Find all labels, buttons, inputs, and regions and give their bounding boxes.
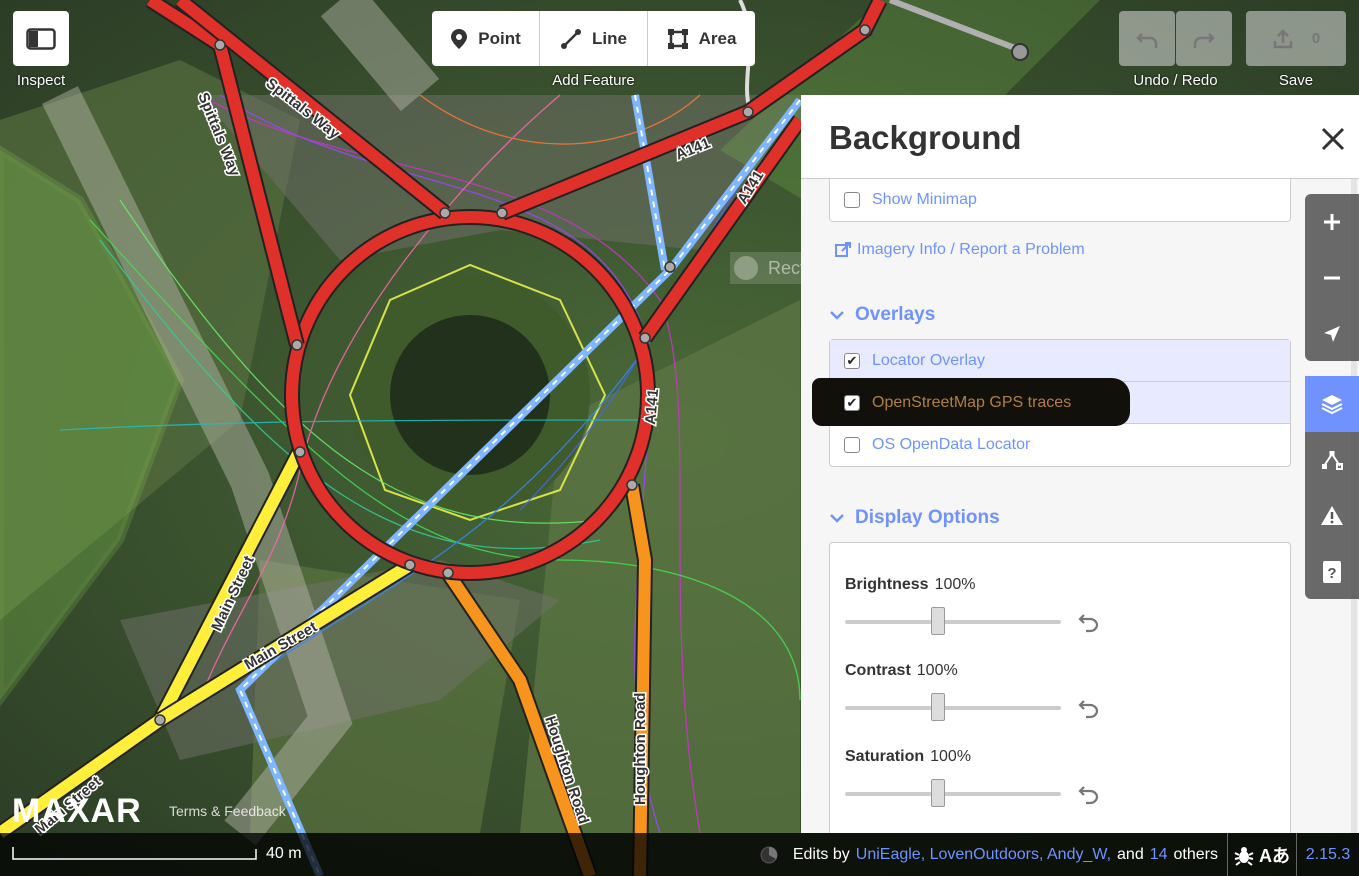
- contrast-slider[interactable]: [845, 706, 1061, 710]
- contrast-slider-thumb[interactable]: [931, 693, 945, 721]
- close-icon[interactable]: [1317, 123, 1349, 155]
- terms-feedback-link[interactable]: Terms & Feedback: [169, 803, 286, 819]
- location-arrow-icon: [1324, 326, 1340, 342]
- zoom-controls: [1305, 194, 1359, 361]
- maxar-logo: MAXAR: [12, 792, 142, 830]
- issues-pane-button[interactable]: [1305, 488, 1359, 544]
- area-icon: [667, 28, 688, 49]
- overlay-item-locator[interactable]: ✔ Locator Overlay: [830, 340, 1290, 382]
- road-label: A141: [642, 388, 662, 425]
- add-area-button[interactable]: Area: [648, 11, 755, 66]
- sidebar-toggle-icon: [26, 27, 56, 50]
- panel-title: Background: [829, 119, 1022, 156]
- reset-saturation-icon[interactable]: [1078, 783, 1100, 805]
- overlay-checkbox[interactable]: [844, 437, 860, 453]
- add-feature-label: Add Feature: [552, 72, 635, 89]
- undo-redo-label: Undo / Redo: [1133, 72, 1218, 89]
- point-icon: [451, 28, 468, 49]
- chevron-down-icon: [830, 514, 844, 523]
- warning-icon: [1321, 506, 1343, 525]
- saturation-slider-thumb[interactable]: [931, 779, 945, 807]
- saturation-slider[interactable]: [845, 792, 1061, 796]
- road-label: Houghton Road: [632, 693, 649, 805]
- redo-button[interactable]: [1176, 11, 1232, 66]
- line-label: Line: [592, 28, 627, 48]
- add-point-button[interactable]: Point: [432, 11, 540, 66]
- brightness-label: Brightness 100%: [845, 576, 976, 593]
- inspect-label: Inspect: [16, 72, 66, 89]
- contributor-links[interactable]: UniEagle, LovenOutdoors, Andy_W,: [856, 846, 1111, 864]
- contributors-info: Edits by UniEagle, LovenOutdoors, Andy_W…: [759, 833, 1218, 876]
- panel-header: Background: [801, 95, 1359, 179]
- add-line-button[interactable]: Line: [540, 11, 648, 66]
- bug-icon[interactable]: [1233, 844, 1255, 866]
- display-options-section-toggle[interactable]: Display Options: [829, 507, 1000, 529]
- help-icon: ?: [1323, 561, 1341, 583]
- version-label[interactable]: 2.15.3: [1296, 833, 1359, 876]
- map-data-pane-button[interactable]: [1305, 432, 1359, 488]
- overlay-checkbox[interactable]: ✔: [844, 352, 860, 369]
- pane-controls: ?: [1305, 376, 1359, 599]
- zoom-in-button[interactable]: [1305, 194, 1359, 250]
- others-count-link[interactable]: 14: [1150, 846, 1168, 864]
- area-label: Area: [698, 28, 737, 48]
- scale-label: 40 m: [266, 845, 302, 862]
- line-icon: [561, 28, 582, 49]
- minus-icon: [1324, 276, 1340, 280]
- footer-tools[interactable]: Aあ: [1227, 833, 1295, 876]
- map-data-icon: [1322, 451, 1343, 470]
- loading-spinner-icon: [760, 846, 778, 863]
- layers-icon: [1321, 395, 1343, 415]
- upload-icon: [1273, 28, 1293, 48]
- overlay-checkbox[interactable]: ✔: [844, 394, 860, 411]
- redo-icon: [1193, 32, 1215, 48]
- reset-brightness-icon[interactable]: [1078, 611, 1100, 633]
- minimap-label: Show Minimap: [872, 191, 977, 208]
- panel-body[interactable]: Show Minimap Imagery Info / Report a Pro…: [801, 179, 1301, 833]
- minimap-checkbox[interactable]: [844, 192, 860, 208]
- help-pane-button[interactable]: ?: [1305, 544, 1359, 600]
- language-icon[interactable]: Aあ: [1259, 842, 1290, 868]
- inspect-button[interactable]: [13, 11, 69, 66]
- reset-contrast-icon[interactable]: [1078, 697, 1100, 719]
- svg-text:?: ?: [1327, 565, 1336, 582]
- overlays-list: ✔ Locator Overlay ✔ OpenStreetMap GPS tr…: [812, 339, 1291, 467]
- overlays-section-toggle[interactable]: Overlays: [829, 304, 935, 326]
- footer-bar: 40 m Edits by UniEagle, LovenOutdoors, A…: [0, 833, 1359, 876]
- overlay-item-os-opendata[interactable]: OS OpenData Locator: [830, 424, 1290, 466]
- imagery-info-link[interactable]: Imagery Info / Report a Problem: [835, 241, 1085, 259]
- background-pane-button[interactable]: [1305, 376, 1359, 432]
- scale-bar[interactable]: [12, 847, 262, 863]
- brightness-slider-thumb[interactable]: [931, 607, 945, 635]
- save-button[interactable]: 0: [1246, 11, 1346, 66]
- show-minimap-toggle[interactable]: Show Minimap: [830, 179, 1290, 221]
- overlay-item-gps-traces[interactable]: ✔ OpenStreetMap GPS traces: [812, 378, 1290, 426]
- brightness-slider[interactable]: [845, 620, 1061, 624]
- add-feature-group: Point Line Area: [432, 11, 755, 66]
- chevron-down-icon: [830, 311, 844, 320]
- save-label: Save: [1278, 72, 1314, 89]
- background-panel: Background Show Minimap Imagery Info / R…: [801, 95, 1359, 833]
- contrast-label: Contrast 100%: [845, 662, 958, 679]
- geolocate-button[interactable]: [1305, 306, 1359, 362]
- plus-icon: [1324, 214, 1340, 230]
- save-count: 0: [1311, 30, 1321, 47]
- display-options-box: Brightness 100% Contrast 100% Saturation 10…: [829, 542, 1291, 833]
- undo-icon: [1136, 32, 1158, 48]
- zoom-out-button[interactable]: [1305, 250, 1359, 306]
- ghost-pin-icon: [734, 256, 758, 280]
- minimap-box: Show Minimap: [829, 179, 1291, 222]
- external-link-icon: [835, 242, 851, 257]
- point-label: Point: [478, 28, 521, 48]
- undo-button[interactable]: [1119, 11, 1175, 66]
- saturation-label: Saturation 100%: [845, 748, 972, 765]
